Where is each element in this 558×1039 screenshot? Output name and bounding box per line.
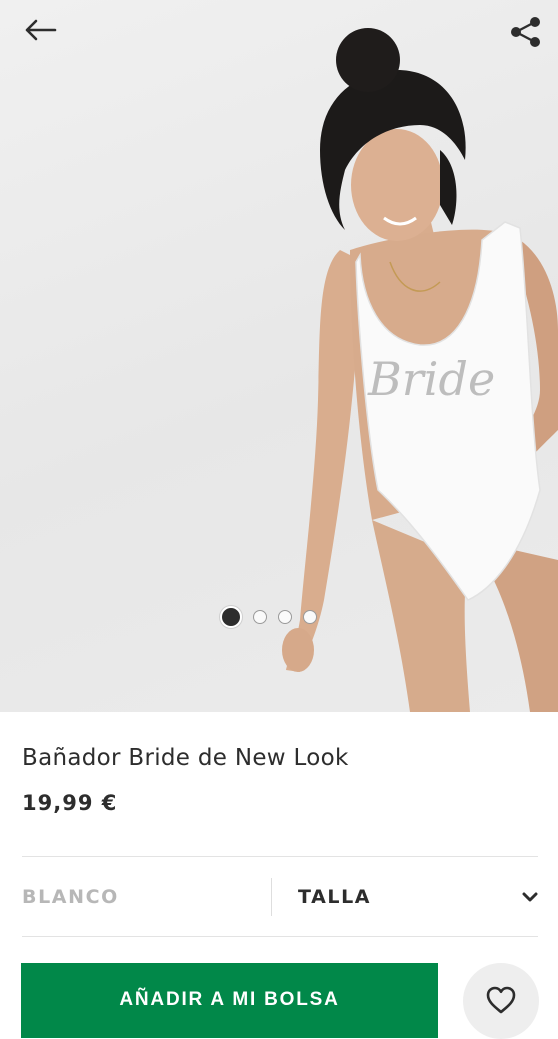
product-image-gallery[interactable]: Bride xyxy=(0,0,558,712)
add-to-bag-button[interactable]: AÑADIR A MI BOLSA xyxy=(21,963,438,1038)
size-select-label: TALLA xyxy=(298,886,372,908)
wishlist-button[interactable] xyxy=(463,963,539,1039)
carousel-dot-3[interactable] xyxy=(278,610,292,624)
swimsuit-print-text: Bride xyxy=(367,352,495,406)
carousel-dot-1[interactable] xyxy=(220,606,242,628)
carousel-dot-2[interactable] xyxy=(253,610,267,624)
share-icon xyxy=(511,17,540,47)
product-title: Bañador Bride de New Look xyxy=(22,745,349,771)
heart-icon xyxy=(486,986,516,1014)
variant-selectors: BLANCO TALLA xyxy=(22,858,538,936)
carousel-dot-4[interactable] xyxy=(303,610,317,624)
back-button[interactable] xyxy=(18,12,62,48)
product-price: 19,99 € xyxy=(22,791,118,815)
colour-value: BLANCO xyxy=(22,886,119,908)
product-info: Bañador Bride de New Look 19,99 € xyxy=(22,745,538,815)
chevron-down-icon xyxy=(522,892,538,902)
divider xyxy=(22,936,538,937)
arrow-left-icon xyxy=(25,19,57,41)
divider xyxy=(22,856,538,857)
share-button[interactable] xyxy=(506,12,546,52)
size-select[interactable]: TALLA xyxy=(272,886,538,908)
carousel-indicator xyxy=(220,606,317,628)
